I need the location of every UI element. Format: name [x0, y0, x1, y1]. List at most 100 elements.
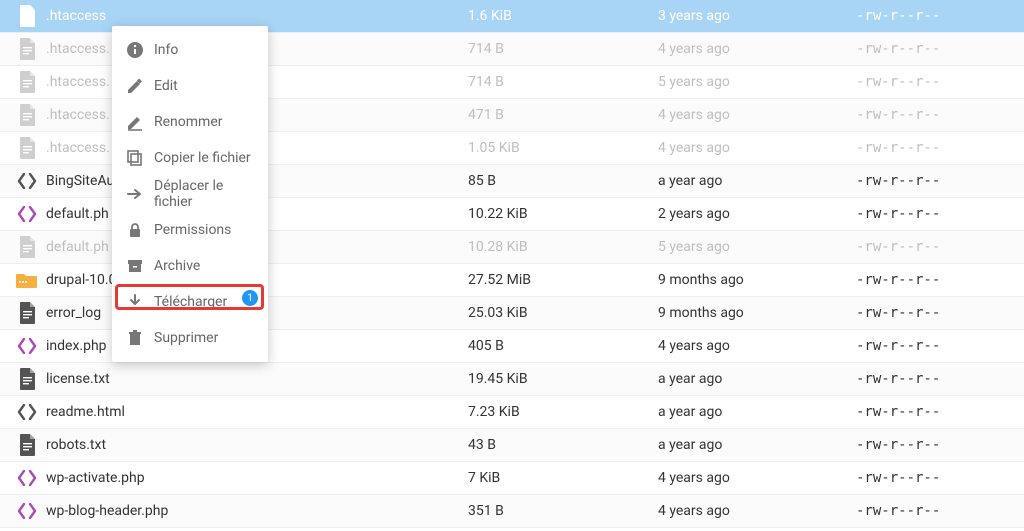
- file-type-icon: [10, 404, 44, 420]
- menu-item-label: Archive: [150, 258, 254, 274]
- file-size: 85 B: [468, 173, 658, 189]
- file-type-icon: [10, 470, 44, 486]
- file-permissions: -rw-r--r--: [856, 503, 1014, 519]
- file-size: 10.22 KiB: [468, 206, 658, 222]
- menu-item-label: Copier le fichier: [150, 150, 254, 166]
- file-name: wp-blog-header.php: [44, 503, 468, 519]
- file-row[interactable]: license.txt 19.45 KiB a year ago -rw-r--…: [0, 363, 1024, 396]
- lock-icon: [126, 221, 150, 239]
- menu-item-label: Déplacer le fichier: [150, 178, 254, 210]
- file-size: 471 B: [468, 107, 658, 123]
- info-icon: [126, 41, 150, 59]
- menu-item-label: Renommer: [150, 114, 254, 130]
- menu-item-info[interactable]: Info: [112, 32, 268, 68]
- file-name: license.txt: [44, 371, 468, 387]
- file-permissions: -rw-r--r--: [856, 437, 1014, 453]
- file-date: 4 years ago: [658, 503, 856, 519]
- context-menu: Info Edit Renommer Copier le fichier Dép…: [112, 26, 268, 362]
- file-type-icon: [10, 338, 44, 354]
- file-permissions: -rw-r--r--: [856, 404, 1014, 420]
- file-row[interactable]: wp-blog-header.php 351 B 4 years ago -rw…: [0, 495, 1024, 528]
- file-name: wp-activate.php: [44, 470, 468, 486]
- file-permissions: -rw-r--r--: [856, 8, 1014, 24]
- file-type-icon: [10, 137, 44, 159]
- file-type-icon: [10, 503, 44, 519]
- file-date: a year ago: [658, 371, 856, 387]
- file-type-icon: [10, 302, 44, 324]
- file-name: readme.html: [44, 404, 468, 420]
- file-name: robots.txt: [44, 437, 468, 453]
- file-type-icon: [10, 104, 44, 126]
- menu-item-download[interactable]: Télécharger 1: [112, 284, 268, 320]
- file-date: a year ago: [658, 437, 856, 453]
- download-icon: [126, 293, 150, 311]
- file-type-icon: [10, 368, 44, 390]
- file-date: 4 years ago: [658, 470, 856, 486]
- file-size: 7 KiB: [468, 470, 658, 486]
- file-size: 43 B: [468, 437, 658, 453]
- file-name: .htaccess: [44, 8, 468, 24]
- file-size: 27.52 MiB: [468, 272, 658, 288]
- file-permissions: -rw-r--r--: [856, 74, 1014, 90]
- menu-item-archive[interactable]: Archive: [112, 248, 268, 284]
- file-type-icon: [10, 5, 44, 27]
- file-size: 10.28 KiB: [468, 239, 658, 255]
- file-size: 25.03 KiB: [468, 305, 658, 321]
- file-date: 3 years ago: [658, 8, 856, 24]
- menu-item-copy[interactable]: Copier le fichier: [112, 140, 268, 176]
- file-permissions: -rw-r--r--: [856, 371, 1014, 387]
- file-type-icon: [10, 272, 44, 288]
- file-date: 4 years ago: [658, 338, 856, 354]
- rename-icon: [126, 113, 150, 131]
- file-type-icon: [10, 173, 44, 189]
- file-date: 5 years ago: [658, 239, 856, 255]
- file-date: 4 years ago: [658, 41, 856, 57]
- menu-item-label: Télécharger: [150, 294, 254, 310]
- file-date: a year ago: [658, 404, 856, 420]
- menu-item-label: Edit: [150, 78, 254, 94]
- archive-icon: [126, 257, 150, 275]
- menu-item-lock[interactable]: Permissions: [112, 212, 268, 248]
- menu-item-label: Info: [150, 42, 254, 58]
- copy-icon: [126, 149, 150, 167]
- file-date: a year ago: [658, 173, 856, 189]
- file-row[interactable]: robots.txt 43 B a year ago -rw-r--r--: [0, 429, 1024, 462]
- menu-item-label: Supprimer: [150, 330, 254, 346]
- menu-item-delete[interactable]: Supprimer: [112, 320, 268, 356]
- file-size: 7.23 KiB: [468, 404, 658, 420]
- file-date: 9 months ago: [658, 272, 856, 288]
- menu-item-edit[interactable]: Edit: [112, 68, 268, 104]
- file-permissions: -rw-r--r--: [856, 173, 1014, 189]
- file-permissions: -rw-r--r--: [856, 338, 1014, 354]
- file-permissions: -rw-r--r--: [856, 107, 1014, 123]
- file-type-icon: [10, 206, 44, 222]
- file-size: 351 B: [468, 503, 658, 519]
- delete-icon: [126, 329, 150, 347]
- file-row[interactable]: wp-activate.php 7 KiB 4 years ago -rw-r-…: [0, 462, 1024, 495]
- file-row[interactable]: readme.html 7.23 KiB a year ago -rw-r--r…: [0, 396, 1024, 429]
- file-size: 405 B: [468, 338, 658, 354]
- file-permissions: -rw-r--r--: [856, 206, 1014, 222]
- file-permissions: -rw-r--r--: [856, 305, 1014, 321]
- edit-icon: [126, 77, 150, 95]
- file-permissions: -rw-r--r--: [856, 239, 1014, 255]
- file-permissions: -rw-r--r--: [856, 272, 1014, 288]
- file-size: 714 B: [468, 74, 658, 90]
- file-date: 2 years ago: [658, 206, 856, 222]
- file-permissions: -rw-r--r--: [856, 470, 1014, 486]
- file-permissions: -rw-r--r--: [856, 41, 1014, 57]
- file-permissions: -rw-r--r--: [856, 140, 1014, 156]
- move-icon: [126, 185, 150, 203]
- menu-item-rename[interactable]: Renommer: [112, 104, 268, 140]
- file-type-icon: [10, 434, 44, 456]
- file-date: 9 months ago: [658, 305, 856, 321]
- menu-item-label: Permissions: [150, 222, 254, 238]
- menu-badge: 1: [242, 290, 258, 306]
- file-type-icon: [10, 71, 44, 93]
- file-size: 1.6 KiB: [468, 8, 658, 24]
- file-size: 1.05 KiB: [468, 140, 658, 156]
- file-size: 19.45 KiB: [468, 371, 658, 387]
- file-date: 5 years ago: [658, 74, 856, 90]
- menu-item-move[interactable]: Déplacer le fichier: [112, 176, 268, 212]
- file-type-icon: [10, 38, 44, 60]
